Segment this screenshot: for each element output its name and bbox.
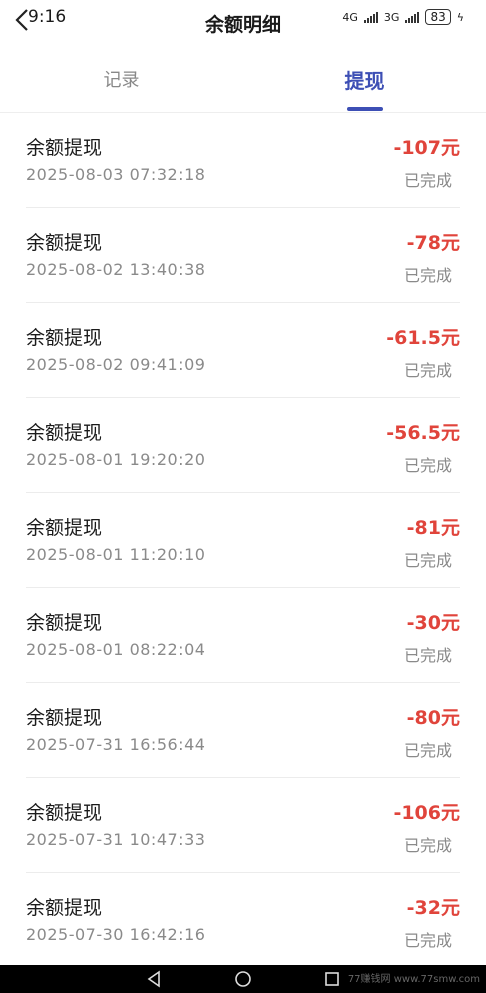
list-item[interactable]: 余额提现 2025-07-31 16:56:44 -80元 已完成	[26, 683, 460, 778]
record-amount: -32元	[406, 897, 460, 919]
record-amount: -30元	[406, 612, 460, 634]
record-title: 余额提现	[26, 517, 103, 539]
record-time: 2025-08-02 09:41:09	[26, 355, 206, 374]
tab-withdraw[interactable]: 提现	[243, 56, 486, 112]
record-title: 余额提现	[26, 422, 103, 444]
record-amount: -56.5元	[386, 422, 460, 444]
list-item[interactable]: 余额提现 2025-08-02 09:41:09 -61.5元 已完成	[26, 303, 460, 398]
record-status: 已完成	[403, 551, 452, 570]
record-amount: -106元	[393, 802, 460, 824]
page-title: 余额明细	[204, 13, 281, 36]
record-amount: -81元	[406, 517, 460, 539]
active-tab-indicator	[346, 107, 383, 111]
tab-bar: 记录 提现	[0, 56, 486, 112]
record-title: 余额提现	[26, 327, 103, 349]
withdraw-list: 余额提现 2025-08-03 07:32:18 -107元 已完成 余额提现 …	[0, 112, 486, 968]
record-title: 余额提现	[26, 137, 103, 159]
record-title: 余额提现	[26, 232, 103, 254]
record-title: 余额提现	[26, 802, 103, 824]
record-time: 2025-07-31 10:47:33	[26, 830, 206, 849]
record-time: 2025-08-01 19:20:20	[26, 450, 206, 469]
list-item[interactable]: 余额提现 2025-08-02 13:40:38 -78元 已完成	[26, 208, 460, 303]
list-item[interactable]: 余额提现 2025-07-30 16:42:16 -32元 已完成	[26, 873, 460, 968]
back-triangle-icon[interactable]	[145, 970, 163, 988]
tab-records[interactable]: 记录	[0, 56, 243, 112]
home-circle-icon[interactable]	[234, 970, 252, 988]
record-amount: -107元	[393, 137, 460, 159]
record-status: 已完成	[403, 266, 452, 285]
record-amount: -61.5元	[386, 327, 460, 349]
header: 余额明细	[0, 0, 486, 40]
record-status: 已完成	[403, 931, 452, 950]
record-time: 2025-08-01 08:22:04	[26, 640, 206, 659]
record-title: 余额提现	[26, 897, 103, 919]
list-item[interactable]: 余额提现 2025-08-01 11:20:10 -81元 已完成	[26, 493, 460, 588]
tab-records-label: 记录	[103, 70, 140, 91]
record-time: 2025-08-01 11:20:10	[26, 545, 206, 564]
watermark: 77赚钱网 www.77smw.com	[347, 974, 480, 985]
list-item[interactable]: 余额提现 2025-07-31 10:47:33 -106元 已完成	[26, 778, 460, 873]
record-status: 已完成	[403, 456, 452, 475]
record-time: 2025-08-02 13:40:38	[26, 260, 206, 279]
record-amount: -80元	[406, 707, 460, 729]
list-item[interactable]: 余额提现 2025-08-01 19:20:20 -56.5元 已完成	[26, 398, 460, 493]
record-status: 已完成	[403, 171, 452, 190]
tab-withdraw-label: 提现	[344, 69, 385, 93]
recents-square-icon[interactable]	[323, 970, 341, 988]
list-item[interactable]: 余额提现 2025-08-03 07:32:18 -107元 已完成	[26, 113, 460, 208]
record-time: 2025-07-30 16:42:16	[26, 925, 206, 944]
record-time: 2025-07-31 16:56:44	[26, 735, 206, 754]
back-button[interactable]	[8, 6, 36, 34]
chevron-left-icon	[15, 9, 28, 31]
record-status: 已完成	[403, 836, 452, 855]
record-title: 余额提现	[26, 707, 103, 729]
record-status: 已完成	[403, 361, 452, 380]
record-title: 余额提现	[26, 612, 103, 634]
record-status: 已完成	[403, 741, 452, 760]
record-time: 2025-08-03 07:32:18	[26, 165, 206, 184]
record-status: 已完成	[403, 646, 452, 665]
list-item[interactable]: 余额提现 2025-08-01 08:22:04 -30元 已完成	[26, 588, 460, 683]
record-amount: -78元	[406, 232, 460, 254]
